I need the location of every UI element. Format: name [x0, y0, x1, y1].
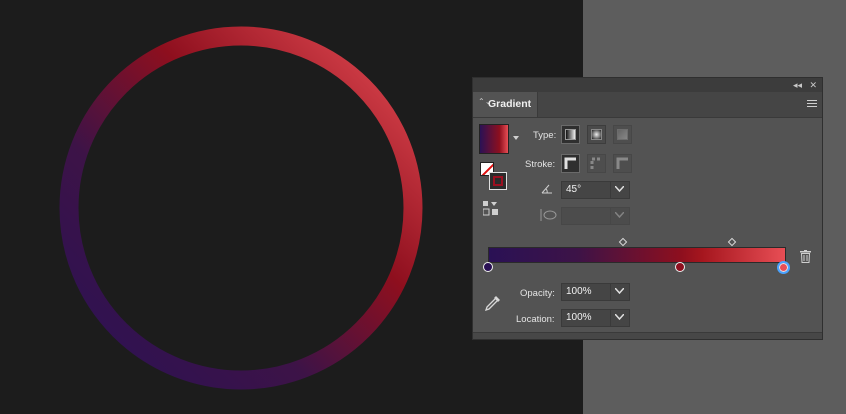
panel-titlebar[interactable]: ◂◂ ✕	[473, 78, 822, 92]
stroke-label: Stroke:	[525, 159, 556, 170]
aspect-ratio-field[interactable]	[561, 207, 630, 225]
midpoint-diamond[interactable]	[618, 237, 628, 247]
opacity-value: 100%	[566, 286, 592, 297]
location-label: Location:	[516, 314, 555, 325]
angle-value: 45°	[566, 184, 582, 195]
location-field[interactable]: 100%	[561, 309, 630, 327]
gradient-stop-selected[interactable]	[777, 261, 790, 274]
stroke-within-button[interactable]	[561, 154, 580, 173]
linear-gradient-button[interactable]	[561, 125, 580, 144]
gradient-stop[interactable]	[483, 262, 493, 272]
gradient-panel: ◂◂ ✕ ⌃⌄ Gradient Type: Stroke: 45° Opaci…	[472, 77, 823, 340]
trash-icon[interactable]	[800, 250, 811, 263]
panel-title: Gradient	[488, 98, 532, 110]
panel-resize-grip[interactable]	[473, 332, 822, 339]
freeform-gradient-button[interactable]	[613, 125, 632, 144]
opacity-dropdown[interactable]	[610, 284, 629, 300]
radial-gradient-button[interactable]	[587, 125, 606, 144]
double-chevron-left-icon[interactable]: ◂◂	[793, 78, 802, 92]
chevron-down-icon	[615, 186, 624, 192]
gradient-slider[interactable]	[488, 247, 786, 263]
stroke-swatch[interactable]	[489, 172, 507, 190]
angle-field[interactable]: 45°	[561, 181, 630, 199]
chevron-down-icon[interactable]	[513, 136, 519, 140]
gradient-stop[interactable]	[675, 262, 685, 272]
type-label: Type:	[533, 130, 557, 141]
midpoint-diamond[interactable]	[727, 237, 737, 247]
close-icon[interactable]: ✕	[809, 78, 817, 92]
stroke-along-icon	[590, 157, 602, 169]
hamburger-menu-icon[interactable]	[807, 100, 817, 108]
chevron-down-icon	[615, 212, 624, 218]
panel-tab-row: ⌃⌄ Gradient	[473, 92, 822, 118]
stroke-within-icon	[564, 157, 576, 169]
stroke-across-button[interactable]	[613, 154, 632, 173]
chevron-down-icon	[615, 288, 624, 294]
location-value: 100%	[566, 312, 592, 323]
stroke-along-button[interactable]	[587, 154, 606, 173]
tab-gradient[interactable]: ⌃⌄ Gradient	[473, 92, 538, 117]
stroke-across-icon	[616, 157, 628, 169]
aspect-ratio-icon	[540, 209, 557, 221]
location-dropdown[interactable]	[610, 310, 629, 326]
gradient-preview-swatch[interactable]	[479, 124, 509, 154]
angle-dropdown[interactable]	[610, 182, 629, 198]
chevron-down-icon	[615, 314, 624, 320]
opacity-label: Opacity:	[520, 288, 555, 299]
angle-icon	[541, 184, 552, 194]
eyedropper-icon[interactable]	[484, 294, 502, 312]
opacity-field[interactable]: 100%	[561, 283, 630, 301]
aspect-ratio-dropdown[interactable]	[610, 208, 629, 224]
reverse-gradient-icon[interactable]	[483, 201, 499, 217]
